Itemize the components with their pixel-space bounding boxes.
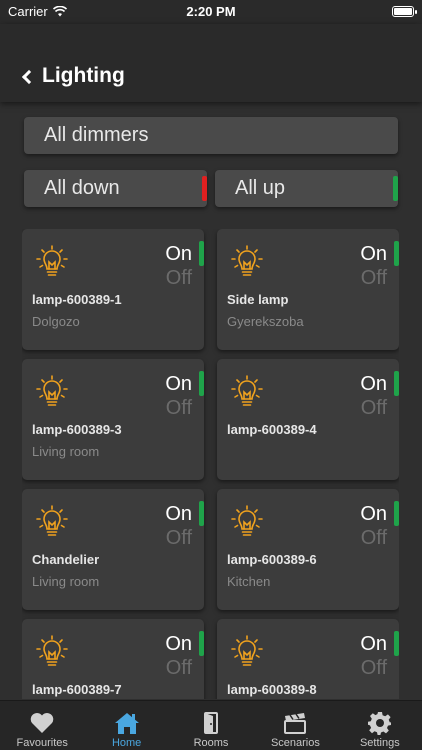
- state-indicator: [199, 501, 204, 526]
- tab-settings[interactable]: Settings: [338, 701, 422, 750]
- tab-label: Rooms: [193, 737, 229, 749]
- state-indicator: [394, 241, 399, 266]
- lamp-name: lamp-600389-7: [32, 682, 122, 697]
- lamp-card[interactable]: On Off lamp-600389-6 Kitchen: [217, 489, 399, 610]
- all-up-button[interactable]: All up: [215, 170, 398, 207]
- lamp-room: Kitchen: [227, 574, 271, 589]
- status-bar: Carrier 2:20 PM: [0, 0, 422, 24]
- lamp-name: Chandelier: [32, 552, 100, 567]
- lamp-room: Living room: [32, 444, 100, 459]
- state-indicator: [394, 371, 399, 396]
- lamp-name: lamp-600389-1: [32, 292, 122, 307]
- status-time: 2:20 PM: [186, 4, 236, 19]
- lightbulb-icon: [36, 245, 68, 279]
- tab-label: Settings: [359, 737, 400, 749]
- lightbulb-icon: [231, 375, 263, 409]
- tab-favourites[interactable]: Favourites: [0, 701, 84, 750]
- off-toggle[interactable]: Off: [166, 527, 192, 550]
- tab-scenarios[interactable]: Scenarios: [253, 701, 337, 750]
- lightbulb-icon: [231, 505, 263, 539]
- gear-icon: [367, 711, 393, 735]
- lamp-card[interactable]: On Off Side lamp Gyerekszoba: [217, 229, 399, 350]
- lamp-name: lamp-600389-8: [227, 682, 317, 697]
- tab-rooms[interactable]: Rooms: [169, 701, 253, 750]
- off-toggle[interactable]: Off: [361, 527, 387, 550]
- lightbulb-icon: [36, 505, 68, 539]
- lamp-grid: On Off lamp-600389-1 Dolgozo On Off Side…: [22, 229, 399, 699]
- all-up-indicator: [393, 176, 398, 201]
- lamp-room: Gyerekszoba: [227, 314, 304, 329]
- lamp-card[interactable]: On Off Chandelier Living room: [22, 489, 204, 610]
- lamp-card[interactable]: On Off lamp-600389-8: [217, 619, 399, 699]
- heart-icon: [29, 711, 55, 735]
- off-toggle[interactable]: Off: [361, 657, 387, 680]
- lamp-room: Living room: [32, 574, 100, 589]
- lamp-name: lamp-600389-4: [227, 422, 317, 437]
- on-toggle[interactable]: On: [165, 633, 192, 656]
- back-button[interactable]: Lighting: [21, 64, 125, 88]
- lightbulb-icon: [231, 635, 263, 669]
- state-indicator: [199, 241, 204, 266]
- lamp-card[interactable]: On Off lamp-600389-3 Living room: [22, 359, 204, 480]
- page-title: Lighting: [42, 64, 125, 87]
- tab-label: Scenarios: [270, 737, 320, 749]
- home-icon: [114, 711, 140, 735]
- state-indicator: [394, 501, 399, 526]
- navigation-bar: Lighting: [0, 24, 422, 102]
- state-indicator: [394, 631, 399, 656]
- chevron-left-icon: [21, 69, 37, 84]
- lamp-card[interactable]: On Off lamp-600389-4: [217, 359, 399, 480]
- lamp-room: Dolgozo: [32, 314, 80, 329]
- on-toggle[interactable]: On: [165, 503, 192, 526]
- tab-home[interactable]: Home: [84, 701, 168, 750]
- all-down-button[interactable]: All down: [24, 170, 207, 207]
- on-toggle[interactable]: On: [165, 373, 192, 396]
- all-down-label: All down: [44, 177, 120, 199]
- state-indicator: [199, 631, 204, 656]
- lamp-card[interactable]: On Off lamp-600389-7: [22, 619, 204, 699]
- clapperboard-icon: [282, 711, 308, 735]
- lamp-name: Side lamp: [227, 292, 289, 307]
- lightbulb-icon: [36, 375, 68, 409]
- off-toggle[interactable]: Off: [166, 267, 192, 290]
- all-up-label: All up: [235, 177, 286, 199]
- battery-icon: [392, 6, 417, 17]
- on-toggle[interactable]: On: [360, 243, 387, 266]
- off-toggle[interactable]: Off: [166, 657, 192, 680]
- tab-label: Favourites: [16, 737, 68, 749]
- all-dimmers-label: All dimmers: [44, 124, 149, 146]
- lamp-card[interactable]: On Off lamp-600389-1 Dolgozo: [22, 229, 204, 350]
- lightbulb-icon: [231, 245, 263, 279]
- state-indicator: [199, 371, 204, 396]
- on-toggle[interactable]: On: [360, 633, 387, 656]
- on-toggle[interactable]: On: [165, 243, 192, 266]
- all-down-indicator: [202, 176, 207, 201]
- lightbulb-icon: [36, 635, 68, 669]
- tab-bar: Favourites Home Rooms Scenarios Settings: [0, 700, 422, 750]
- off-toggle[interactable]: Off: [166, 397, 192, 420]
- off-toggle[interactable]: Off: [361, 267, 387, 290]
- lamp-name: lamp-600389-6: [227, 552, 317, 567]
- on-toggle[interactable]: On: [360, 373, 387, 396]
- on-toggle[interactable]: On: [360, 503, 387, 526]
- off-toggle[interactable]: Off: [361, 397, 387, 420]
- lamp-name: lamp-600389-3: [32, 422, 122, 437]
- all-dimmers-button[interactable]: All dimmers: [24, 117, 398, 154]
- tab-label: Home: [111, 737, 142, 749]
- door-icon: [198, 711, 224, 735]
